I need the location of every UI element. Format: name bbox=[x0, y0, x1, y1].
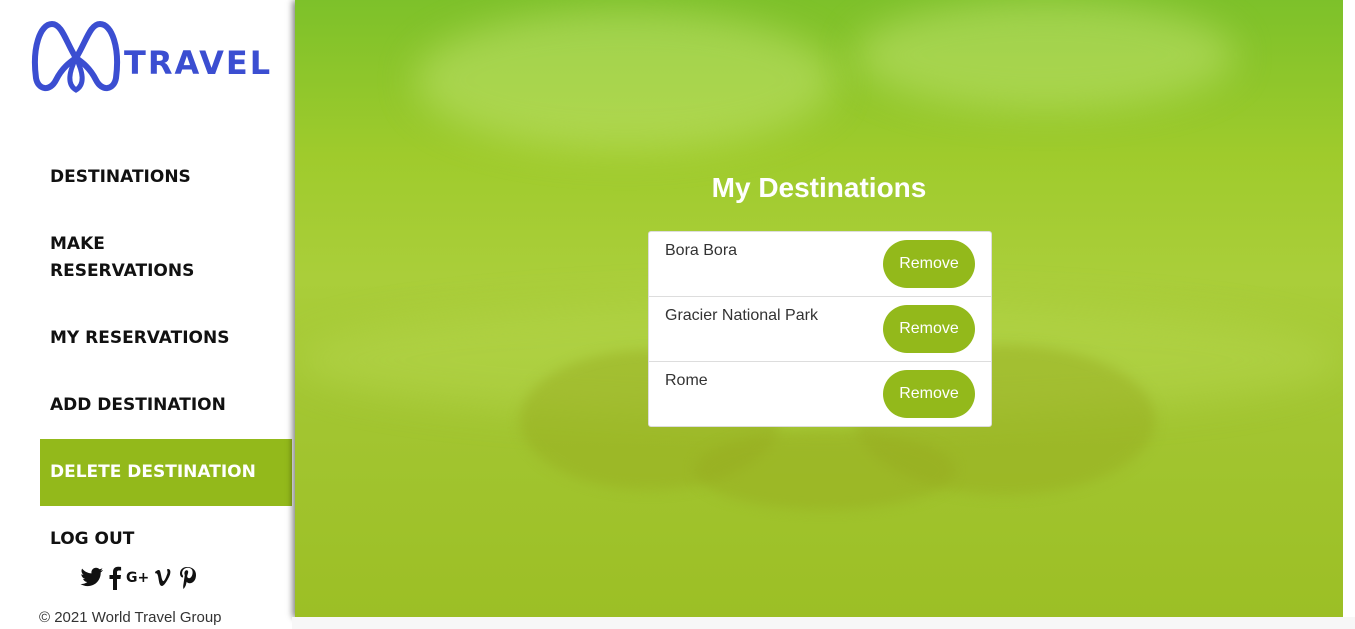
background-cloud bbox=[855, 0, 1235, 110]
facebook-icon[interactable] bbox=[108, 566, 122, 595]
nav-item-destinations[interactable]: DESTINATIONS bbox=[40, 144, 292, 211]
page-bottom-edge bbox=[292, 617, 1355, 629]
destination-name: Rome bbox=[665, 372, 708, 389]
social-links: G+ bbox=[80, 566, 196, 595]
nav-item-add-destination[interactable]: ADD DESTINATION bbox=[40, 372, 292, 439]
background-cloud bbox=[415, 10, 835, 150]
list-item: Gracier National Park Remove bbox=[649, 297, 991, 362]
main-nav: DESTINATIONS MAKE RESERVATIONS MY RESERV… bbox=[40, 144, 292, 573]
nav-item-delete-destination[interactable]: DELETE DESTINATION bbox=[40, 439, 292, 506]
nav-item-my-reservations[interactable]: MY RESERVATIONS bbox=[40, 305, 292, 372]
destination-name: Gracier National Park bbox=[665, 307, 818, 324]
remove-button[interactable]: Remove bbox=[883, 370, 975, 418]
logo-text: TRAVEL bbox=[124, 44, 273, 82]
pinterest-icon[interactable] bbox=[178, 566, 196, 595]
nav-item-log-out[interactable]: LOG OUT bbox=[40, 506, 292, 573]
nav-item-make-reservations[interactable]: MAKE RESERVATIONS bbox=[40, 211, 292, 305]
vimeo-icon[interactable] bbox=[154, 567, 174, 594]
main-content: My Destinations Bora Bora Remove Gracier… bbox=[295, 0, 1343, 617]
svg-text:G+: G+ bbox=[126, 570, 149, 586]
brand-logo[interactable]: TRAVEL bbox=[30, 18, 270, 98]
copyright-text: © 2021 World Travel Group bbox=[39, 609, 222, 626]
destination-name: Bora Bora bbox=[665, 242, 738, 259]
scrollbar[interactable] bbox=[1343, 0, 1355, 629]
remove-button[interactable]: Remove bbox=[883, 240, 975, 288]
google-plus-icon[interactable]: G+ bbox=[126, 567, 150, 594]
page-title: My Destinations bbox=[711, 172, 927, 203]
logo-mark-icon bbox=[32, 21, 120, 93]
remove-button[interactable]: Remove bbox=[883, 305, 975, 353]
list-item: Bora Bora Remove bbox=[649, 232, 991, 297]
nav-item-label: MAKE RESERVATIONS bbox=[50, 234, 195, 281]
destination-list: Bora Bora Remove Gracier National Park R… bbox=[648, 231, 992, 427]
list-item: Rome Remove bbox=[649, 362, 991, 426]
sidebar: TRAVEL DESTINATIONS MAKE RESERVATIONS MY… bbox=[0, 0, 292, 629]
background-person bbox=[695, 430, 955, 510]
twitter-icon[interactable] bbox=[80, 567, 104, 594]
